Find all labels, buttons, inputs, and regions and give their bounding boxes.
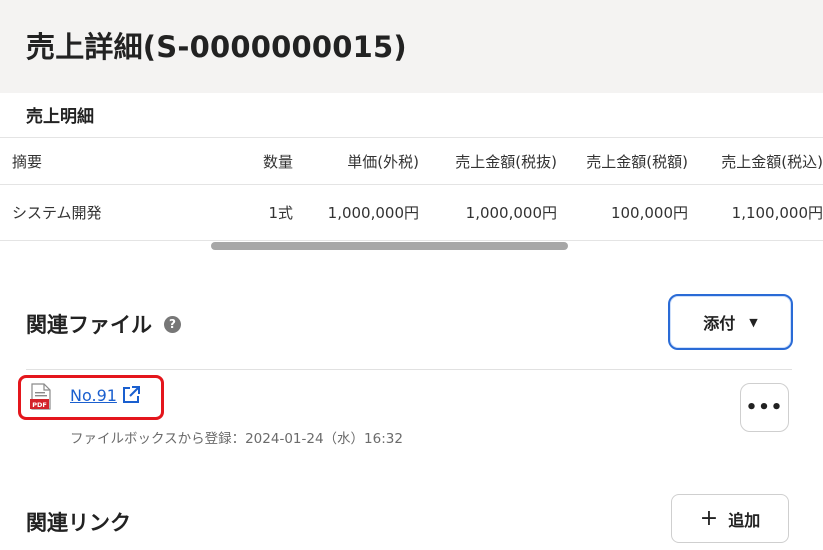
add-button-label: 追加	[728, 510, 761, 530]
file-meta: ファイルボックスから登録：2024-01-24（水）16:32	[70, 431, 403, 447]
column-header-tax-amount: 売上金額(税額)	[586, 152, 688, 171]
horizontal-scrollbar[interactable]	[211, 242, 568, 250]
cell-unit-price: 1,000,000円	[327, 204, 419, 222]
column-header-description: 摘要	[12, 152, 43, 171]
file-link[interactable]: No.91	[70, 385, 141, 405]
cell-amount-incl-tax: 1,100,000円	[731, 204, 823, 222]
column-header-amount-incl-tax: 売上金額(税込)	[721, 152, 823, 171]
more-icon: •••	[745, 397, 784, 418]
cell-amount-excl-tax: 1,000,000円	[465, 204, 557, 222]
attach-button[interactable]: 添付 ▼	[668, 294, 793, 350]
column-header-amount-excl-tax: 売上金額(税抜)	[455, 152, 557, 171]
column-header-quantity: 数量	[262, 152, 293, 171]
pdf-file-icon: PDF	[30, 383, 51, 410]
related-files-header: 関連ファイル ?	[26, 309, 181, 339]
related-links-title: 関連リンク	[26, 511, 131, 535]
related-files-title: 関連ファイル	[26, 313, 152, 337]
svg-text:PDF: PDF	[32, 401, 47, 409]
table-header-row: 摘要 数量 単価(外税) 売上金額(税抜) 売上金額(税額) 売上金額(税込)	[0, 137, 823, 185]
page-title: 売上詳細(S-0000000015)	[26, 30, 407, 64]
column-header-unit-price: 単価(外税)	[347, 152, 419, 171]
external-link-icon[interactable]	[121, 385, 141, 405]
file-name[interactable]: No.91	[70, 386, 117, 405]
cell-tax-amount: 100,000円	[610, 204, 688, 222]
page-header: 売上詳細(S-0000000015)	[0, 0, 823, 93]
more-options-button[interactable]: •••	[740, 383, 789, 432]
table-row: システム開発 1式 1,000,000円 1,000,000円 100,000円…	[0, 185, 823, 241]
attach-button-label: 添付	[703, 314, 736, 333]
cell-description: システム開発	[12, 204, 102, 222]
sales-details-table: 摘要 数量 単価(外税) 売上金額(税抜) 売上金額(税額) 売上金額(税込) …	[0, 137, 823, 241]
question-circle-icon[interactable]: ?	[164, 315, 181, 333]
cell-quantity: 1式	[268, 204, 293, 222]
plus-icon: +	[699, 505, 719, 531]
caret-down-icon: ▼	[749, 315, 758, 329]
add-link-button[interactable]: + 追加	[671, 494, 789, 543]
sales-details-title: 売上明細	[26, 107, 94, 127]
divider	[26, 369, 792, 370]
